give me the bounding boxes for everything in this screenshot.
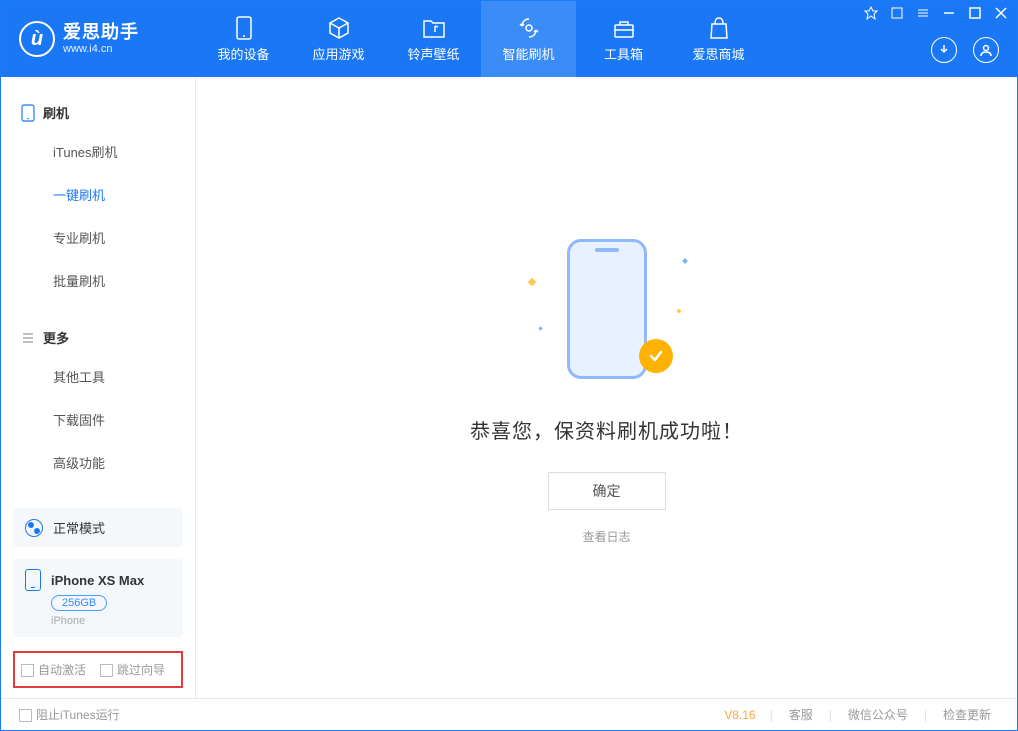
sidebar-item-itunes[interactable]: iTunes刷机 xyxy=(1,130,195,173)
nav-label: 我的设备 xyxy=(217,44,269,63)
checkbox-auto-activate[interactable]: 自动激活 xyxy=(21,661,86,678)
refresh-shield-icon xyxy=(517,16,541,40)
nav-label: 应用游戏 xyxy=(312,44,364,63)
music-folder-icon xyxy=(422,16,446,40)
maximize-button[interactable] xyxy=(967,5,983,21)
nav-label: 铃声壁纸 xyxy=(407,44,459,63)
footer: 阻止iTunes运行 V8.16 | 客服 | 微信公众号 | 检查更新 xyxy=(1,698,1017,730)
logo-area: ù 爱思助手 www.i4.cn xyxy=(1,1,196,77)
device-type: iPhone xyxy=(51,615,171,627)
minimize-button[interactable] xyxy=(941,5,957,21)
device-name: iPhone XS Max xyxy=(51,573,144,588)
nav-label: 爱思商城 xyxy=(692,44,744,63)
sidebar-heading-label: 更多 xyxy=(43,328,69,347)
theme-icon[interactable] xyxy=(863,5,879,21)
check-badge-icon xyxy=(639,339,673,373)
footer-link-service[interactable]: 客服 xyxy=(781,706,821,723)
sidebar-heading-label: 刷机 xyxy=(43,103,69,122)
sidebar-item-advanced[interactable]: 高级功能 xyxy=(1,441,195,484)
sidebar-heading-flash: 刷机 xyxy=(1,95,195,130)
menu-icon[interactable] xyxy=(915,5,931,21)
app-title: 爱思助手 xyxy=(63,23,139,43)
phone-icon xyxy=(232,16,256,40)
nav-tab-flash[interactable]: 智能刷机 xyxy=(481,1,576,77)
dot-icon xyxy=(677,309,681,313)
sidebar: 刷机 iTunes刷机 一键刷机 专业刷机 批量刷机 更多 其他工具 下载固件 … xyxy=(1,77,196,698)
sidebar-item-batch[interactable]: 批量刷机 xyxy=(1,259,195,302)
download-icon[interactable] xyxy=(931,37,957,63)
footer-link-update[interactable]: 检查更新 xyxy=(935,706,999,723)
nav-tab-ringtone[interactable]: 铃声壁纸 xyxy=(386,1,481,77)
mode-icon xyxy=(25,519,43,537)
success-graphic xyxy=(547,231,667,391)
mode-label: 正常模式 xyxy=(53,518,105,537)
nav-label: 智能刷机 xyxy=(502,44,554,63)
phone-small-icon xyxy=(21,104,35,122)
app-url: www.i4.cn xyxy=(63,43,139,55)
window-controls xyxy=(863,5,1009,21)
sparkle-icon xyxy=(527,277,535,285)
success-message: 恭喜您，保资料刷机成功啦！ xyxy=(470,415,743,444)
main-content: 恭喜您，保资料刷机成功啦！ 确定 查看日志 xyxy=(196,77,1017,698)
nav-tab-store[interactable]: 爱思商城 xyxy=(671,1,766,77)
nav-tab-toolbox[interactable]: 工具箱 xyxy=(576,1,671,77)
nav-tab-device[interactable]: 我的设备 xyxy=(196,1,291,77)
highlighted-options: 自动激活 跳过向导 xyxy=(13,651,183,688)
close-button[interactable] xyxy=(993,5,1009,21)
sidebar-item-firmware[interactable]: 下载固件 xyxy=(1,398,195,441)
device-box[interactable]: iPhone XS Max 256GB iPhone xyxy=(13,559,183,637)
toolbox-icon xyxy=(612,16,636,40)
user-icon[interactable] xyxy=(973,37,999,63)
app-header: ù 爱思助手 www.i4.cn 我的设备 应用游戏 铃声壁纸 智能刷机 xyxy=(1,1,1017,77)
cube-icon xyxy=(327,16,351,40)
sidebar-item-othertools[interactable]: 其他工具 xyxy=(1,355,195,398)
nav-tabs: 我的设备 应用游戏 铃声壁纸 智能刷机 工具箱 爱思商城 xyxy=(196,1,766,77)
logo-icon: ù xyxy=(19,21,55,57)
mode-box[interactable]: 正常模式 xyxy=(13,508,183,547)
bag-icon xyxy=(707,16,731,40)
device-phone-icon xyxy=(25,569,41,591)
list-icon xyxy=(21,331,35,345)
phone-illustration xyxy=(567,239,647,379)
skin-icon[interactable] xyxy=(889,5,905,21)
sparkle-icon xyxy=(538,326,542,330)
footer-link-wechat[interactable]: 微信公众号 xyxy=(840,706,916,723)
checkbox-block-itunes[interactable]: 阻止iTunes运行 xyxy=(19,706,120,723)
sparkle-icon xyxy=(682,258,688,264)
version-label: V8.16 xyxy=(724,708,755,722)
device-storage: 256GB xyxy=(51,595,107,611)
nav-label: 工具箱 xyxy=(604,44,643,63)
sidebar-heading-more: 更多 xyxy=(1,320,195,355)
sidebar-item-pro[interactable]: 专业刷机 xyxy=(1,216,195,259)
checkbox-skip-guide[interactable]: 跳过向导 xyxy=(100,661,165,678)
view-log-link[interactable]: 查看日志 xyxy=(582,528,630,545)
ok-button[interactable]: 确定 xyxy=(548,472,666,510)
nav-tab-apps[interactable]: 应用游戏 xyxy=(291,1,386,77)
sidebar-item-oneclick[interactable]: 一键刷机 xyxy=(1,173,195,216)
